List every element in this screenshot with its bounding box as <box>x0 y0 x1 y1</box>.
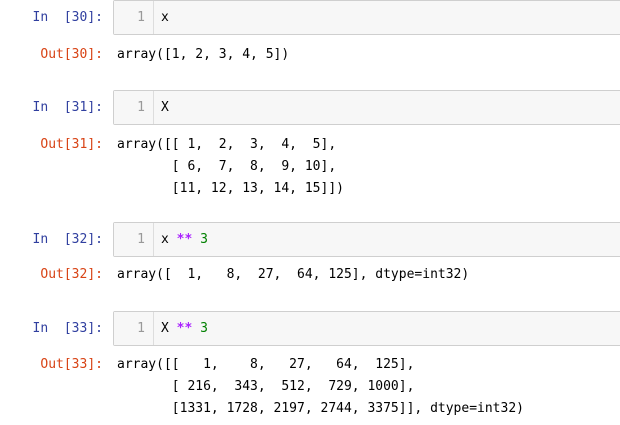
code-operator: ** <box>176 232 193 247</box>
output-text: array([[ 1, 2, 3, 4, 5], [ 6, 7, 8, 9, 1… <box>117 137 344 196</box>
out-prompt: Out[30]: <box>40 47 103 62</box>
input-row: In [32]: 1 x ** 3 <box>0 222 620 257</box>
input-row: In [30]: 1 x <box>0 0 620 35</box>
code-variable: x <box>161 232 169 247</box>
out-prompt: Out[33]: <box>40 357 103 372</box>
output-text: array([ 1, 8, 27, 64, 125], dtype=int32) <box>117 267 470 282</box>
code-variable: x <box>161 10 169 25</box>
code-text: X <box>161 91 169 124</box>
code-text: x ** 3 <box>161 223 208 256</box>
code-input-area[interactable]: 1 X ** 3 <box>113 311 620 346</box>
code-text: X ** 3 <box>161 312 208 345</box>
line-number: 1 <box>114 312 154 345</box>
in-prompt: In [30]: <box>32 10 103 25</box>
line-number: 1 <box>114 223 154 256</box>
line-number: 1 <box>114 1 154 34</box>
input-row: In [31]: 1 X <box>0 90 620 125</box>
output-text: array([1, 2, 3, 4, 5]) <box>117 47 290 62</box>
code-input-area[interactable]: 1 X <box>113 90 620 125</box>
in-prompt: In [31]: <box>32 100 103 115</box>
code-number: 3 <box>200 232 208 247</box>
code-operator: ** <box>176 321 193 336</box>
out-prompt: Out[32]: <box>40 267 103 282</box>
code-variable: X <box>161 321 169 336</box>
code-variable: X <box>161 100 169 115</box>
in-prompt: In [33]: <box>32 321 103 336</box>
code-text: x <box>161 1 169 34</box>
code-input-area[interactable]: 1 x ** 3 <box>113 222 620 257</box>
output-text: array([[ 1, 8, 27, 64, 125], [ 216, 343,… <box>117 357 524 416</box>
out-prompt: Out[31]: <box>40 137 103 152</box>
in-prompt: In [32]: <box>32 232 103 247</box>
code-input-area[interactable]: 1 x <box>113 0 620 35</box>
input-row: In [33]: 1 X ** 3 <box>0 311 620 346</box>
line-number: 1 <box>114 91 154 124</box>
code-number: 3 <box>200 321 208 336</box>
